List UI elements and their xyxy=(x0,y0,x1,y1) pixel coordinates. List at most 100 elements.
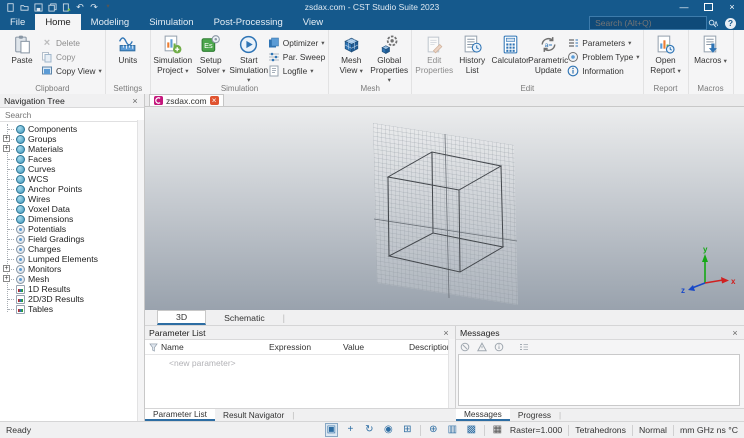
close-icon[interactable]: × xyxy=(730,328,740,338)
viewport-3d[interactable]: y x z xyxy=(145,107,744,310)
zoom-in-icon[interactable]: ⊕ xyxy=(427,424,440,436)
column-expression[interactable]: Expression xyxy=(269,342,343,352)
information-button[interactable]: Information xyxy=(567,65,639,76)
tab-simulation[interactable]: Simulation xyxy=(139,14,203,30)
tab-3d[interactable]: 3D xyxy=(157,310,207,325)
rotate-icon[interactable]: ↻ xyxy=(363,424,376,436)
zoom-window-icon[interactable]: ◉ xyxy=(382,424,395,436)
close-button[interactable]: × xyxy=(720,0,744,14)
tab-home[interactable]: Home xyxy=(35,14,81,30)
macros-button[interactable]: Macros ▾ xyxy=(692,32,730,67)
save-all-icon[interactable] xyxy=(47,2,57,12)
tree-item-wcs[interactable]: WCS xyxy=(0,174,144,184)
tree-item-anchor-points[interactable]: Anchor Points xyxy=(0,184,144,194)
open-report-button[interactable]: Open Report ▾ xyxy=(647,32,685,76)
tab-result-navigator[interactable]: Result Navigator xyxy=(215,409,292,421)
expand-icon[interactable]: + xyxy=(3,275,10,282)
document-tab[interactable]: zsdax.com × xyxy=(149,94,224,106)
tree-item-dimensions[interactable]: Dimensions xyxy=(0,214,144,224)
calculator-button[interactable]: Calculator xyxy=(491,32,529,66)
tree-item-lumped-elements[interactable]: Lumped Elements xyxy=(0,254,144,264)
close-icon[interactable]: × xyxy=(441,328,451,338)
start-simulation-button[interactable]: Start Simulation ▾ xyxy=(229,32,268,86)
tree-item-field-gradings[interactable]: Field Gradings xyxy=(0,234,144,244)
edit-properties-button[interactable]: Edit Properties xyxy=(415,32,453,75)
tab-messages[interactable]: Messages xyxy=(456,409,510,421)
optimizer-button[interactable]: Optimizer ▾ xyxy=(268,37,325,48)
undo-icon[interactable]: ↶ xyxy=(75,2,85,12)
close-icon[interactable]: × xyxy=(130,96,140,106)
par-sweep-button[interactable]: Par. Sweep xyxy=(268,51,325,62)
customize-qat-icon[interactable]: ▾ xyxy=(103,2,113,12)
search-input[interactable] xyxy=(593,17,709,29)
tab-view[interactable]: View xyxy=(293,14,333,30)
tree-item-potentials[interactable]: Potentials xyxy=(0,224,144,234)
expand-icon[interactable]: + xyxy=(3,265,10,272)
open-file-icon[interactable] xyxy=(19,2,29,12)
status-mesh-type[interactable]: Tetrahedrons xyxy=(575,425,626,435)
copy-view-button[interactable]: Copy View ▾ xyxy=(41,65,102,76)
copy-button[interactable]: Copy xyxy=(41,51,102,62)
mesh-view-button[interactable]: Mesh View ▾ xyxy=(332,32,370,76)
redo-icon[interactable]: ↷ xyxy=(89,2,99,12)
parameter-scrollbar[interactable] xyxy=(448,339,455,408)
tree-item-groups[interactable]: + Groups xyxy=(0,134,144,144)
pan-icon[interactable]: + xyxy=(344,424,357,436)
column-value[interactable]: Value xyxy=(343,342,409,352)
parameters-button[interactable]: Parameters ▾ xyxy=(567,37,639,48)
ribbon-search-box[interactable] xyxy=(589,16,717,30)
publish-icon[interactable] xyxy=(61,2,71,12)
tree-item-monitors[interactable]: + Monitors xyxy=(0,264,144,274)
minimize-button[interactable]: — xyxy=(672,0,696,14)
tree-search-box[interactable] xyxy=(0,108,144,122)
message-options-icon[interactable] xyxy=(519,342,529,352)
status-raster[interactable]: Raster=1.000 xyxy=(510,425,562,435)
tree-item-voxel-data[interactable]: Voxel Data xyxy=(0,204,144,214)
errors-filter-icon[interactable] xyxy=(460,342,470,352)
tree-item-faces[interactable]: Faces xyxy=(0,154,144,164)
status-units[interactable]: mm GHz ns °C xyxy=(680,425,738,435)
tree-item-1d-results[interactable]: 1D Results xyxy=(0,284,144,294)
zoom-select-icon[interactable]: ▣ xyxy=(324,423,338,437)
tree-item-wires[interactable]: Wires xyxy=(0,194,144,204)
tab-modeling[interactable]: Modeling xyxy=(81,14,140,30)
expand-icon[interactable]: + xyxy=(3,135,10,142)
tree-item-tables[interactable]: Tables xyxy=(0,304,144,314)
raster-grid-icon[interactable]: ▦ xyxy=(491,424,504,436)
setup-solver-button[interactable]: Es Setup Solver ▾ xyxy=(192,32,230,76)
tree-item-mesh[interactable]: + Mesh xyxy=(0,274,144,284)
save-icon[interactable] xyxy=(33,2,43,12)
tab-progress[interactable]: Progress xyxy=(510,409,559,421)
units-button[interactable]: Units xyxy=(109,32,147,66)
history-list-button[interactable]: History List xyxy=(453,32,491,75)
tree-scrollbar[interactable] xyxy=(137,120,144,421)
new-file-icon[interactable] xyxy=(5,2,15,12)
logfile-button[interactable]: Logfile ▾ xyxy=(268,65,325,76)
split-view-icon[interactable]: ▥ xyxy=(446,424,459,436)
delete-button[interactable]: × Delete xyxy=(41,37,102,48)
tree-item-2d3d-results[interactable]: 2D/3D Results xyxy=(0,294,144,304)
expand-icon[interactable]: + xyxy=(3,145,10,152)
parametric-update-button[interactable]: a= Parametric Update xyxy=(528,32,568,75)
global-properties-button[interactable]: Global Properties ▾ xyxy=(370,32,408,86)
tree-item-materials[interactable]: + Materials xyxy=(0,144,144,154)
tree-item-components[interactable]: Components xyxy=(0,124,144,134)
problem-type-button[interactable]: Problem Type ▾ xyxy=(567,51,640,62)
warnings-filter-icon[interactable] xyxy=(477,341,487,352)
move-icon[interactable]: ⊞ xyxy=(401,424,414,436)
filter-icon[interactable] xyxy=(145,343,161,352)
column-name[interactable]: Name xyxy=(161,342,269,352)
simulation-project-button[interactable]: Simulation Project ▾ xyxy=(153,32,192,76)
tab-file[interactable]: File xyxy=(0,14,35,30)
paste-button[interactable]: Paste xyxy=(3,32,41,66)
tree-item-charges[interactable]: Charges xyxy=(0,244,144,254)
new-parameter-row[interactable]: <new parameter> xyxy=(145,355,455,368)
status-render-mode[interactable]: Normal xyxy=(639,425,667,435)
tree-search-input[interactable] xyxy=(3,108,141,121)
help-icon[interactable]: ? xyxy=(725,17,736,29)
close-tab-icon[interactable]: × xyxy=(209,96,219,105)
tab-schematic[interactable]: Schematic xyxy=(206,310,283,325)
info-filter-icon[interactable] xyxy=(494,342,504,352)
tab-parameter-list[interactable]: Parameter List xyxy=(145,409,215,421)
tab-post-processing[interactable]: Post-Processing xyxy=(204,14,293,30)
